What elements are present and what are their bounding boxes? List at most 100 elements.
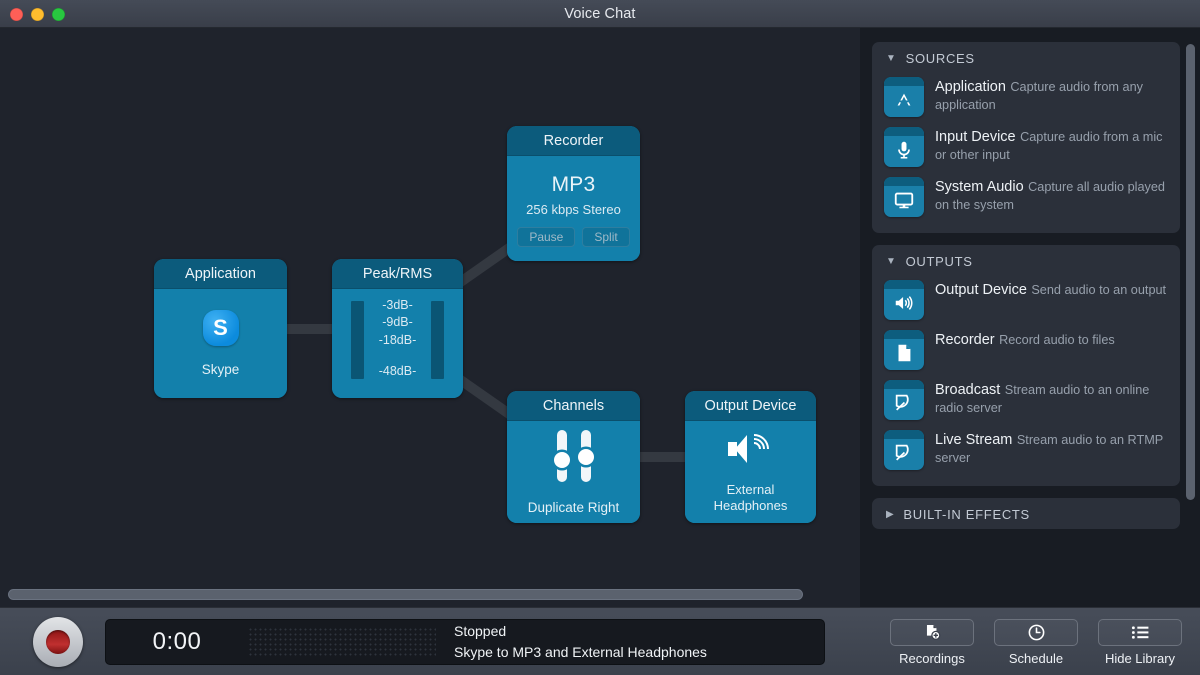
library-item-broadcast-title: Broadcast: [935, 382, 1000, 398]
db-scale: -3dB- -9dB- -18dB- -48dB-: [379, 297, 417, 380]
slider-right: [581, 430, 591, 482]
panel-sources: ▼ SOURCES Application Capture: [872, 42, 1180, 233]
node-channels-body: Duplicate Right: [507, 421, 640, 523]
audio-graph-canvas[interactable]: Recorder MP3 256 kbps Stereo Pause Split…: [0, 28, 860, 607]
document-icon: [884, 330, 924, 370]
db-tick-18: -18dB-: [379, 332, 417, 349]
meter-bar-right: [431, 301, 444, 379]
output-device-label-line2: Headphones: [714, 498, 788, 514]
output-device-label-line1: External: [714, 482, 788, 498]
node-output-device[interactable]: Output Device External Headphones: [685, 391, 816, 523]
library-item-recorder[interactable]: Recorder Record audio to files: [884, 326, 1168, 376]
application-label: Skype: [202, 362, 240, 377]
status-text: Stopped Skype to MP3 and External Headph…: [436, 621, 707, 662]
slider-left: [557, 430, 567, 482]
library-item-output-device-desc: Send audio to an output: [1031, 283, 1166, 297]
panel-builtin-effects-title: BUILT-IN EFFECTS: [903, 507, 1030, 522]
list-icon: [1130, 623, 1151, 642]
recorder-buttons: Pause Split: [517, 227, 629, 247]
panel-outputs: ▼ OUTPUTS: [872, 245, 1180, 486]
library-item-application[interactable]: Application Capture audio from any appli…: [884, 73, 1168, 123]
library-item-output-device-title: Output Device: [935, 282, 1027, 298]
node-recorder-body: MP3 256 kbps Stereo Pause Split: [507, 156, 640, 261]
panel-outputs-title: OUTPUTS: [906, 254, 973, 269]
title-bar: Voice Chat: [0, 0, 1200, 28]
library-item-recorder-desc: Record audio to files: [999, 333, 1115, 347]
slider-left-knob: [554, 452, 570, 468]
link-application-to-peak: [284, 324, 336, 334]
maximize-button[interactable]: [52, 8, 65, 21]
panel-builtin-effects-header[interactable]: ▶ BUILT-IN EFFECTS: [872, 498, 1180, 529]
library-item-input-device-text: Input Device Capture audio from a mic or…: [935, 127, 1168, 164]
db-tick-9: -9dB-: [382, 314, 413, 331]
window-body: Recorder MP3 256 kbps Stereo Pause Split…: [0, 28, 1200, 607]
hide-library-button[interactable]: Hide Library: [1096, 619, 1184, 666]
satellite-dish-icon: [884, 380, 924, 420]
panel-sources-header[interactable]: ▼ SOURCES: [872, 42, 1180, 73]
hide-library-button-label: Hide Library: [1105, 651, 1175, 666]
node-output-device-body: External Headphones: [685, 421, 816, 523]
schedule-button[interactable]: Schedule: [992, 619, 1080, 666]
level-meter: [248, 627, 436, 657]
traffic-lights: [10, 0, 65, 28]
display-icon: [884, 177, 924, 217]
close-button[interactable]: [10, 8, 23, 21]
record-button[interactable]: [33, 617, 83, 667]
bottom-toolbar: 0:00 Stopped Skype to MP3 and External H…: [0, 607, 1200, 675]
node-peak-rms-body: -3dB- -9dB- -18dB- -48dB-: [332, 289, 463, 398]
panel-builtin-effects: ▶ BUILT-IN EFFECTS: [872, 498, 1180, 529]
recorder-bitrate: 256 kbps Stereo: [526, 202, 621, 217]
library-item-application-title: Application: [935, 79, 1006, 95]
node-peak-rms[interactable]: Peak/RMS -3dB- -9dB- -18dB- -48dB-: [332, 259, 463, 398]
library-item-system-audio-text: System Audio Capture all audio played on…: [935, 177, 1168, 214]
node-channels[interactable]: Channels Duplicate Righ: [507, 391, 640, 523]
node-recorder-title: Recorder: [507, 126, 640, 156]
status-routing: Skype to MP3 and External Headphones: [454, 642, 707, 662]
library-item-output-device-text: Output Device Send audio to an output: [935, 280, 1166, 299]
library-item-broadcast[interactable]: Broadcast Stream audio to an online radi…: [884, 376, 1168, 426]
library-item-live-stream-title: Live Stream: [935, 432, 1012, 448]
schedule-button-label: Schedule: [1009, 651, 1063, 666]
library-item-input-device[interactable]: Input Device Capture audio from a mic or…: [884, 123, 1168, 173]
meter-bar-left: [351, 301, 364, 379]
node-application-title: Application: [154, 259, 287, 289]
split-button[interactable]: Split: [582, 227, 629, 247]
satellite-dish-icon: [884, 430, 924, 470]
canvas-inner: Recorder MP3 256 kbps Stereo Pause Split…: [0, 28, 860, 607]
recordings-button-label: Recordings: [899, 651, 965, 666]
skype-icon: S: [203, 310, 239, 346]
skype-icon-letter: S: [213, 315, 228, 341]
timer-readout: 0:00: [106, 628, 248, 656]
node-output-device-title: Output Device: [685, 391, 816, 421]
recordings-button[interactable]: Recordings: [888, 619, 976, 666]
library-item-output-device[interactable]: Output Device Send audio to an output: [884, 276, 1168, 326]
application-icon: [884, 77, 924, 117]
canvas-horizontal-scrollbar[interactable]: [8, 589, 803, 600]
panel-outputs-header[interactable]: ▼ OUTPUTS: [872, 245, 1180, 276]
app-window: Voice Chat Recorder MP3 256 kbps Stereo: [0, 0, 1200, 675]
window-title: Voice Chat: [0, 6, 1200, 22]
hide-library-button-box: [1098, 619, 1182, 646]
recorder-format: MP3: [552, 173, 596, 197]
channels-label: Duplicate Right: [528, 500, 620, 515]
library-vertical-scrollbar[interactable]: [1186, 44, 1195, 500]
recordings-icon: [923, 623, 942, 642]
node-application-body: S Skype: [154, 289, 287, 398]
library-item-live-stream-text: Live Stream Stream audio to an RTMP serv…: [935, 430, 1168, 467]
library-item-recorder-text: Recorder Record audio to files: [935, 330, 1115, 349]
speaker-icon: [884, 280, 924, 320]
library-item-input-device-title: Input Device: [935, 129, 1016, 145]
db-tick-3: -3dB-: [382, 297, 413, 314]
library-item-recorder-title: Recorder: [935, 332, 995, 348]
panel-outputs-body: Output Device Send audio to an output: [872, 276, 1180, 486]
library-item-system-audio[interactable]: System Audio Capture all audio played on…: [884, 173, 1168, 223]
library-item-live-stream[interactable]: Live Stream Stream audio to an RTMP serv…: [884, 426, 1168, 476]
schedule-button-box: [994, 619, 1078, 646]
link-channels-to-output: [637, 452, 689, 462]
node-recorder[interactable]: Recorder MP3 256 kbps Stereo Pause Split: [507, 126, 640, 261]
pause-button[interactable]: Pause: [517, 227, 575, 247]
library-item-broadcast-text: Broadcast Stream audio to an online radi…: [935, 380, 1168, 417]
minimize-button[interactable]: [31, 8, 44, 21]
node-application[interactable]: Application S Skype: [154, 259, 287, 398]
chevron-down-icon: ▼: [886, 54, 897, 64]
